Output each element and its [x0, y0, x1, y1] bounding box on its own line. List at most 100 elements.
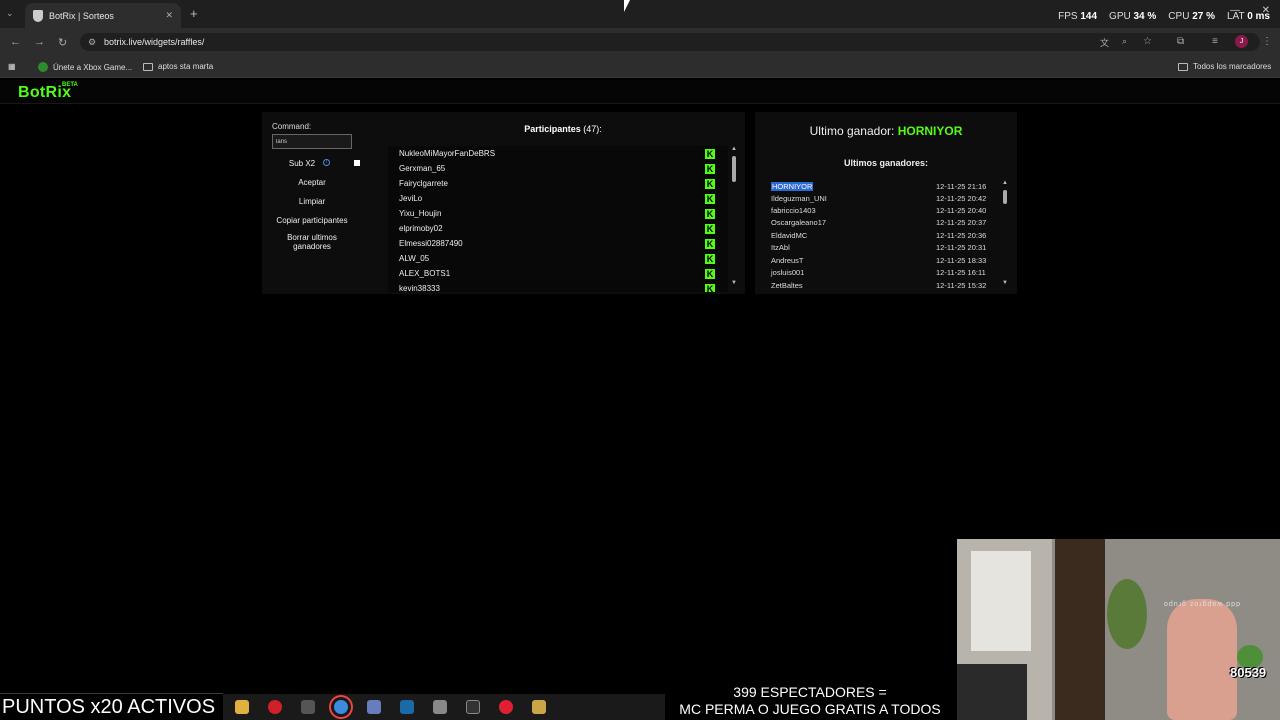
bookmark-xbox[interactable]: Únete a Xbox Game...	[38, 62, 132, 72]
winner-date: 12-11-25 15:32	[936, 281, 987, 290]
scroll-thumb[interactable]	[1003, 190, 1007, 204]
folder-icon	[143, 62, 153, 71]
profile-avatar[interactable]: J	[1235, 35, 1248, 48]
zoom-icon[interactable]: ⌕	[1122, 36, 1127, 47]
translate-icon[interactable]: 文	[1100, 36, 1109, 49]
reload-icon[interactable]: ↻	[58, 36, 67, 49]
last-winner: Ultimo ganador: HORNIYOR	[755, 124, 1017, 138]
apps-icon[interactable]: ▦	[8, 62, 16, 71]
new-tab-icon[interactable]: +	[190, 6, 198, 21]
winner-date: 12-11-25 20:40	[936, 206, 987, 215]
participant-name: NukleoMiMayorFanDeBRS	[399, 149, 496, 158]
scroll-down-icon[interactable]: ▼	[1002, 280, 1008, 286]
close-tab-icon[interactable]: ✕	[165, 10, 173, 21]
file-explorer-icon[interactable]	[235, 700, 249, 714]
participants-list[interactable]: NukleoMiMayorFanDeBRS K Gerxman_65 K Fai…	[388, 146, 728, 292]
app-icon[interactable]	[433, 700, 447, 714]
chrome-icon[interactable]	[334, 700, 348, 714]
cam-chair	[1167, 599, 1237, 720]
tab-title: BotRix | Sorteos	[49, 10, 114, 21]
extensions-icon[interactable]: ⧉	[1177, 36, 1184, 47]
participant-name: Elmessi02887490	[399, 239, 463, 248]
bookmark-label: Únete a Xbox Game...	[53, 62, 133, 72]
kick-icon: K	[705, 239, 715, 249]
scroll-thumb[interactable]	[732, 156, 736, 182]
kick-icon: K	[705, 164, 715, 174]
winners-list-title: Ultimos ganadores:	[843, 158, 928, 168]
clear-button[interactable]: Limpiar	[272, 197, 352, 206]
kick-icon: K	[705, 209, 715, 219]
command-label: Command:	[272, 122, 312, 131]
participant-name: ALEX_BOTS1	[399, 269, 451, 278]
copy-participants-button[interactable]: Copiar participantes	[272, 216, 352, 225]
winner-date: 12-11-25 16:11	[936, 268, 986, 277]
scroll-up-icon[interactable]: ▲	[731, 146, 737, 152]
participants-count: (47):	[583, 124, 602, 134]
close-window-icon[interactable]: ✕	[1262, 5, 1270, 16]
winner-date: 12-11-25 20:42	[936, 194, 987, 203]
media-icon[interactable]: ≡	[1212, 36, 1218, 47]
kick-icon: K	[705, 194, 715, 204]
site-header	[0, 80, 1280, 104]
bookmark-label: aptos sta marta	[158, 62, 214, 71]
minimize-icon[interactable]: —	[1230, 5, 1240, 16]
winner-date: 12-11-25 21:16	[936, 182, 987, 191]
kick-icon: K	[705, 284, 715, 292]
subx2-checkbox[interactable]	[354, 160, 360, 166]
epic-games-icon[interactable]	[466, 700, 480, 714]
participant-name: kevin38333	[399, 284, 440, 292]
star-icon[interactable]: ☆	[1143, 36, 1152, 47]
app-icon[interactable]	[499, 700, 513, 714]
info-icon[interactable]: i	[323, 159, 330, 166]
winner-date: 12-11-25 20:31	[936, 243, 987, 252]
participant-name: Gerxman_65	[399, 164, 446, 173]
bookmark-folder[interactable]: aptos sta marta	[143, 62, 213, 71]
tab-search-icon[interactable]: ⌄	[6, 8, 14, 19]
participant-name: Yixu_Houjin	[399, 209, 442, 218]
winners-list[interactable]: HORNIYOR 12-11-25 21:16 Ildeguzman_UNI 12-…	[760, 178, 1000, 290]
participant-name: JeviLo	[399, 194, 423, 203]
cam-plant	[1107, 579, 1147, 649]
all-bookmarks-label: Todos los marcadores	[1193, 62, 1272, 71]
command-input[interactable]	[272, 134, 352, 149]
winner-name: EldavidMC	[771, 231, 808, 240]
cam-counter: 80539	[1230, 665, 1267, 680]
scroll-up-icon[interactable]: ▲	[1002, 180, 1008, 186]
puntos-banner: PUNTOS x20 ACTIVOS	[0, 694, 223, 720]
cam-desk-chair	[957, 664, 1027, 720]
back-icon[interactable]: ←	[10, 36, 21, 48]
scroll-down-icon[interactable]: ▼	[731, 280, 737, 286]
site-info-icon[interactable]: ⚙	[88, 37, 96, 48]
winner-name: Ildeguzman_UNI	[771, 194, 827, 203]
league-icon[interactable]	[532, 700, 546, 714]
browser-tab[interactable]: BotRix | Sorteos ✕	[25, 3, 181, 28]
winner-name: Oscargaleano17	[771, 218, 827, 227]
cpu-label: CPU	[1168, 11, 1190, 22]
winner-name: josluis001	[771, 268, 805, 277]
steam-icon[interactable]	[400, 700, 414, 714]
address-bar[interactable]: botrix.live/widgets/raffles/	[80, 33, 1260, 51]
winner-name: fabriccio1403	[771, 206, 816, 215]
kick-icon: K	[705, 269, 715, 279]
cam-brand-text: ddd wapgroz grupo	[1163, 600, 1240, 607]
taskbar	[223, 694, 665, 720]
winner-name: ZetBaltes	[771, 281, 803, 290]
opera-icon[interactable]	[268, 700, 282, 714]
beta-badge: BETA	[62, 82, 78, 88]
last-winner-label: Ultimo ganador:	[809, 124, 895, 138]
delete-winners-button[interactable]: Borrar ultimos ganadores	[272, 233, 352, 251]
app-icon[interactable]	[367, 700, 381, 714]
url-text: botrix.live/widgets/raffles/	[104, 37, 205, 47]
winner-name: ItzAbl	[771, 243, 790, 252]
menu-icon[interactable]: ⋮	[1262, 36, 1272, 47]
app-icon[interactable]	[301, 700, 315, 714]
participants-scrollbar[interactable]: ▲ ▼	[730, 146, 738, 290]
shield-icon	[33, 9, 43, 22]
winners-scrollbar[interactable]: ▲ ▼	[1001, 180, 1009, 290]
accept-button[interactable]: Aceptar	[272, 178, 352, 187]
bookmarks-bar: ▦ Únete a Xbox Game... aptos sta marta T…	[0, 56, 1280, 78]
forward-icon[interactable]: →	[34, 36, 45, 48]
participants-title: Participantes (47):	[470, 124, 656, 134]
all-bookmarks[interactable]: Todos los marcadores	[1178, 62, 1271, 71]
fps-value: 144	[1080, 11, 1098, 22]
